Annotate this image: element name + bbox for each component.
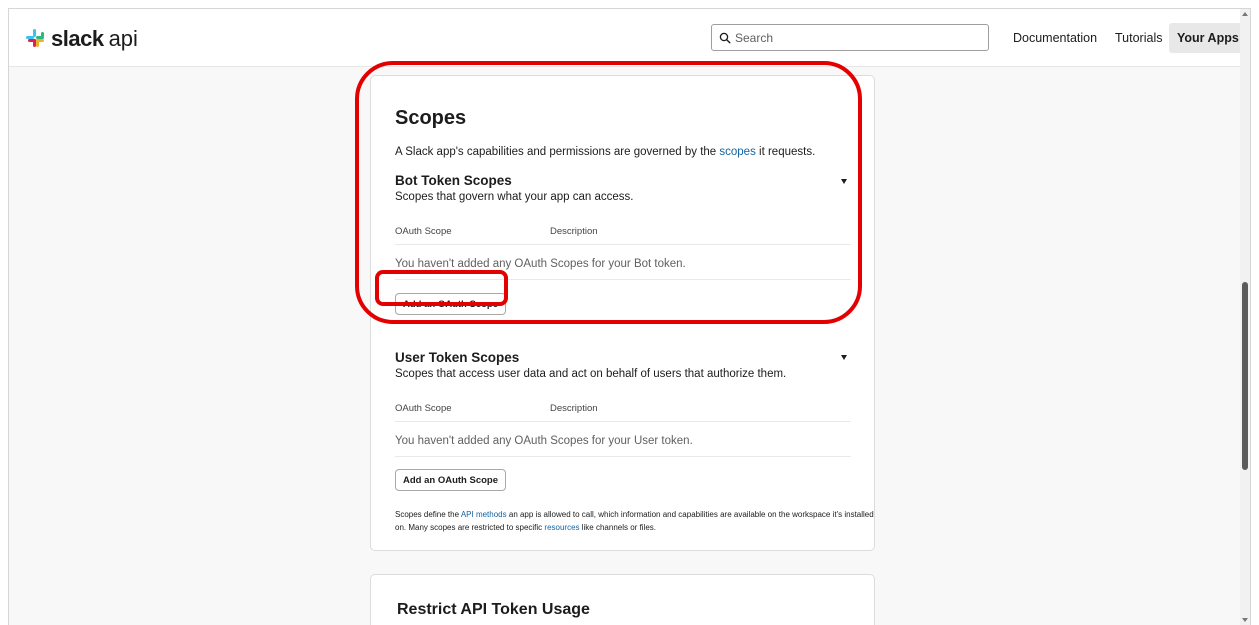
footer-text-3: like channels or files. — [579, 523, 657, 532]
bot-table-divider-bottom — [395, 279, 851, 280]
user-table-divider-bottom — [395, 456, 851, 457]
user-col-description: Description — [550, 403, 598, 414]
scroll-up-arrow-icon[interactable] — [1242, 12, 1248, 16]
logo-text-api: api — [108, 26, 138, 51]
scopes-link[interactable]: scopes — [719, 146, 755, 158]
bot-add-oauth-scope-button[interactable]: Add an OAuth Scope — [395, 293, 506, 315]
bot-token-scopes-title: Bot Token Scopes — [395, 173, 512, 188]
bot-col-oauth-scope: OAuth Scope — [395, 226, 452, 237]
browser-viewport: slack api Documentation Tutorials Your A… — [8, 8, 1251, 625]
scopes-card: Scopes A Slack app's capabilities and pe… — [370, 75, 875, 551]
user-col-oauth-scope: OAuth Scope — [395, 403, 452, 414]
bot-scopes-empty-message: You haven't added any OAuth Scopes for y… — [395, 258, 686, 270]
restrict-api-token-card: Restrict API Token Usage — [370, 574, 875, 625]
scroll-down-arrow-icon[interactable] — [1242, 618, 1248, 622]
top-navigation-bar: slack api Documentation Tutorials Your A… — [9, 9, 1250, 67]
user-table-divider-top — [395, 421, 851, 422]
search-input[interactable] — [735, 30, 975, 45]
restrict-api-token-title: Restrict API Token Usage — [397, 601, 590, 618]
logo-text-slack: slack — [51, 26, 104, 51]
user-add-oauth-scope-button[interactable]: Add an OAuth Scope — [395, 469, 506, 491]
scopes-intro: A Slack app's capabilities and permissio… — [395, 146, 815, 158]
bot-col-description: Description — [550, 226, 598, 237]
scopes-title: Scopes — [395, 107, 467, 129]
scrollbar-thumb[interactable] — [1242, 282, 1248, 470]
footer-text-1: Scopes define the — [395, 510, 461, 519]
search-icon — [719, 32, 731, 44]
user-scopes-chevron-down-icon[interactable] — [841, 355, 847, 360]
scopes-intro-suffix: it requests. — [755, 146, 816, 158]
resources-link[interactable]: resources — [544, 523, 579, 532]
nav-your-apps[interactable]: Your Apps — [1169, 23, 1247, 53]
user-scopes-empty-message: You haven't added any OAuth Scopes for y… — [395, 435, 693, 447]
user-token-scopes-title: User Token Scopes — [395, 350, 520, 365]
nav-tutorials[interactable]: Tutorials — [1115, 23, 1162, 53]
bot-scopes-chevron-down-icon[interactable] — [841, 179, 847, 184]
slack-api-logo[interactable]: slack api — [25, 25, 138, 53]
scrollbar-track[interactable] — [1240, 9, 1250, 625]
slack-logo-icon — [26, 29, 44, 47]
user-token-scopes-subtitle: Scopes that access user data and act on … — [395, 368, 787, 380]
scopes-footer-note: Scopes define the API methods an app is … — [395, 508, 875, 534]
search-box[interactable] — [711, 24, 989, 51]
api-methods-link[interactable]: API methods — [461, 510, 507, 519]
bot-table-divider-top — [395, 244, 851, 245]
scopes-intro-text: A Slack app's capabilities and permissio… — [395, 146, 720, 158]
bot-token-scopes-subtitle: Scopes that govern what your app can acc… — [395, 191, 634, 203]
nav-documentation[interactable]: Documentation — [1013, 23, 1097, 53]
